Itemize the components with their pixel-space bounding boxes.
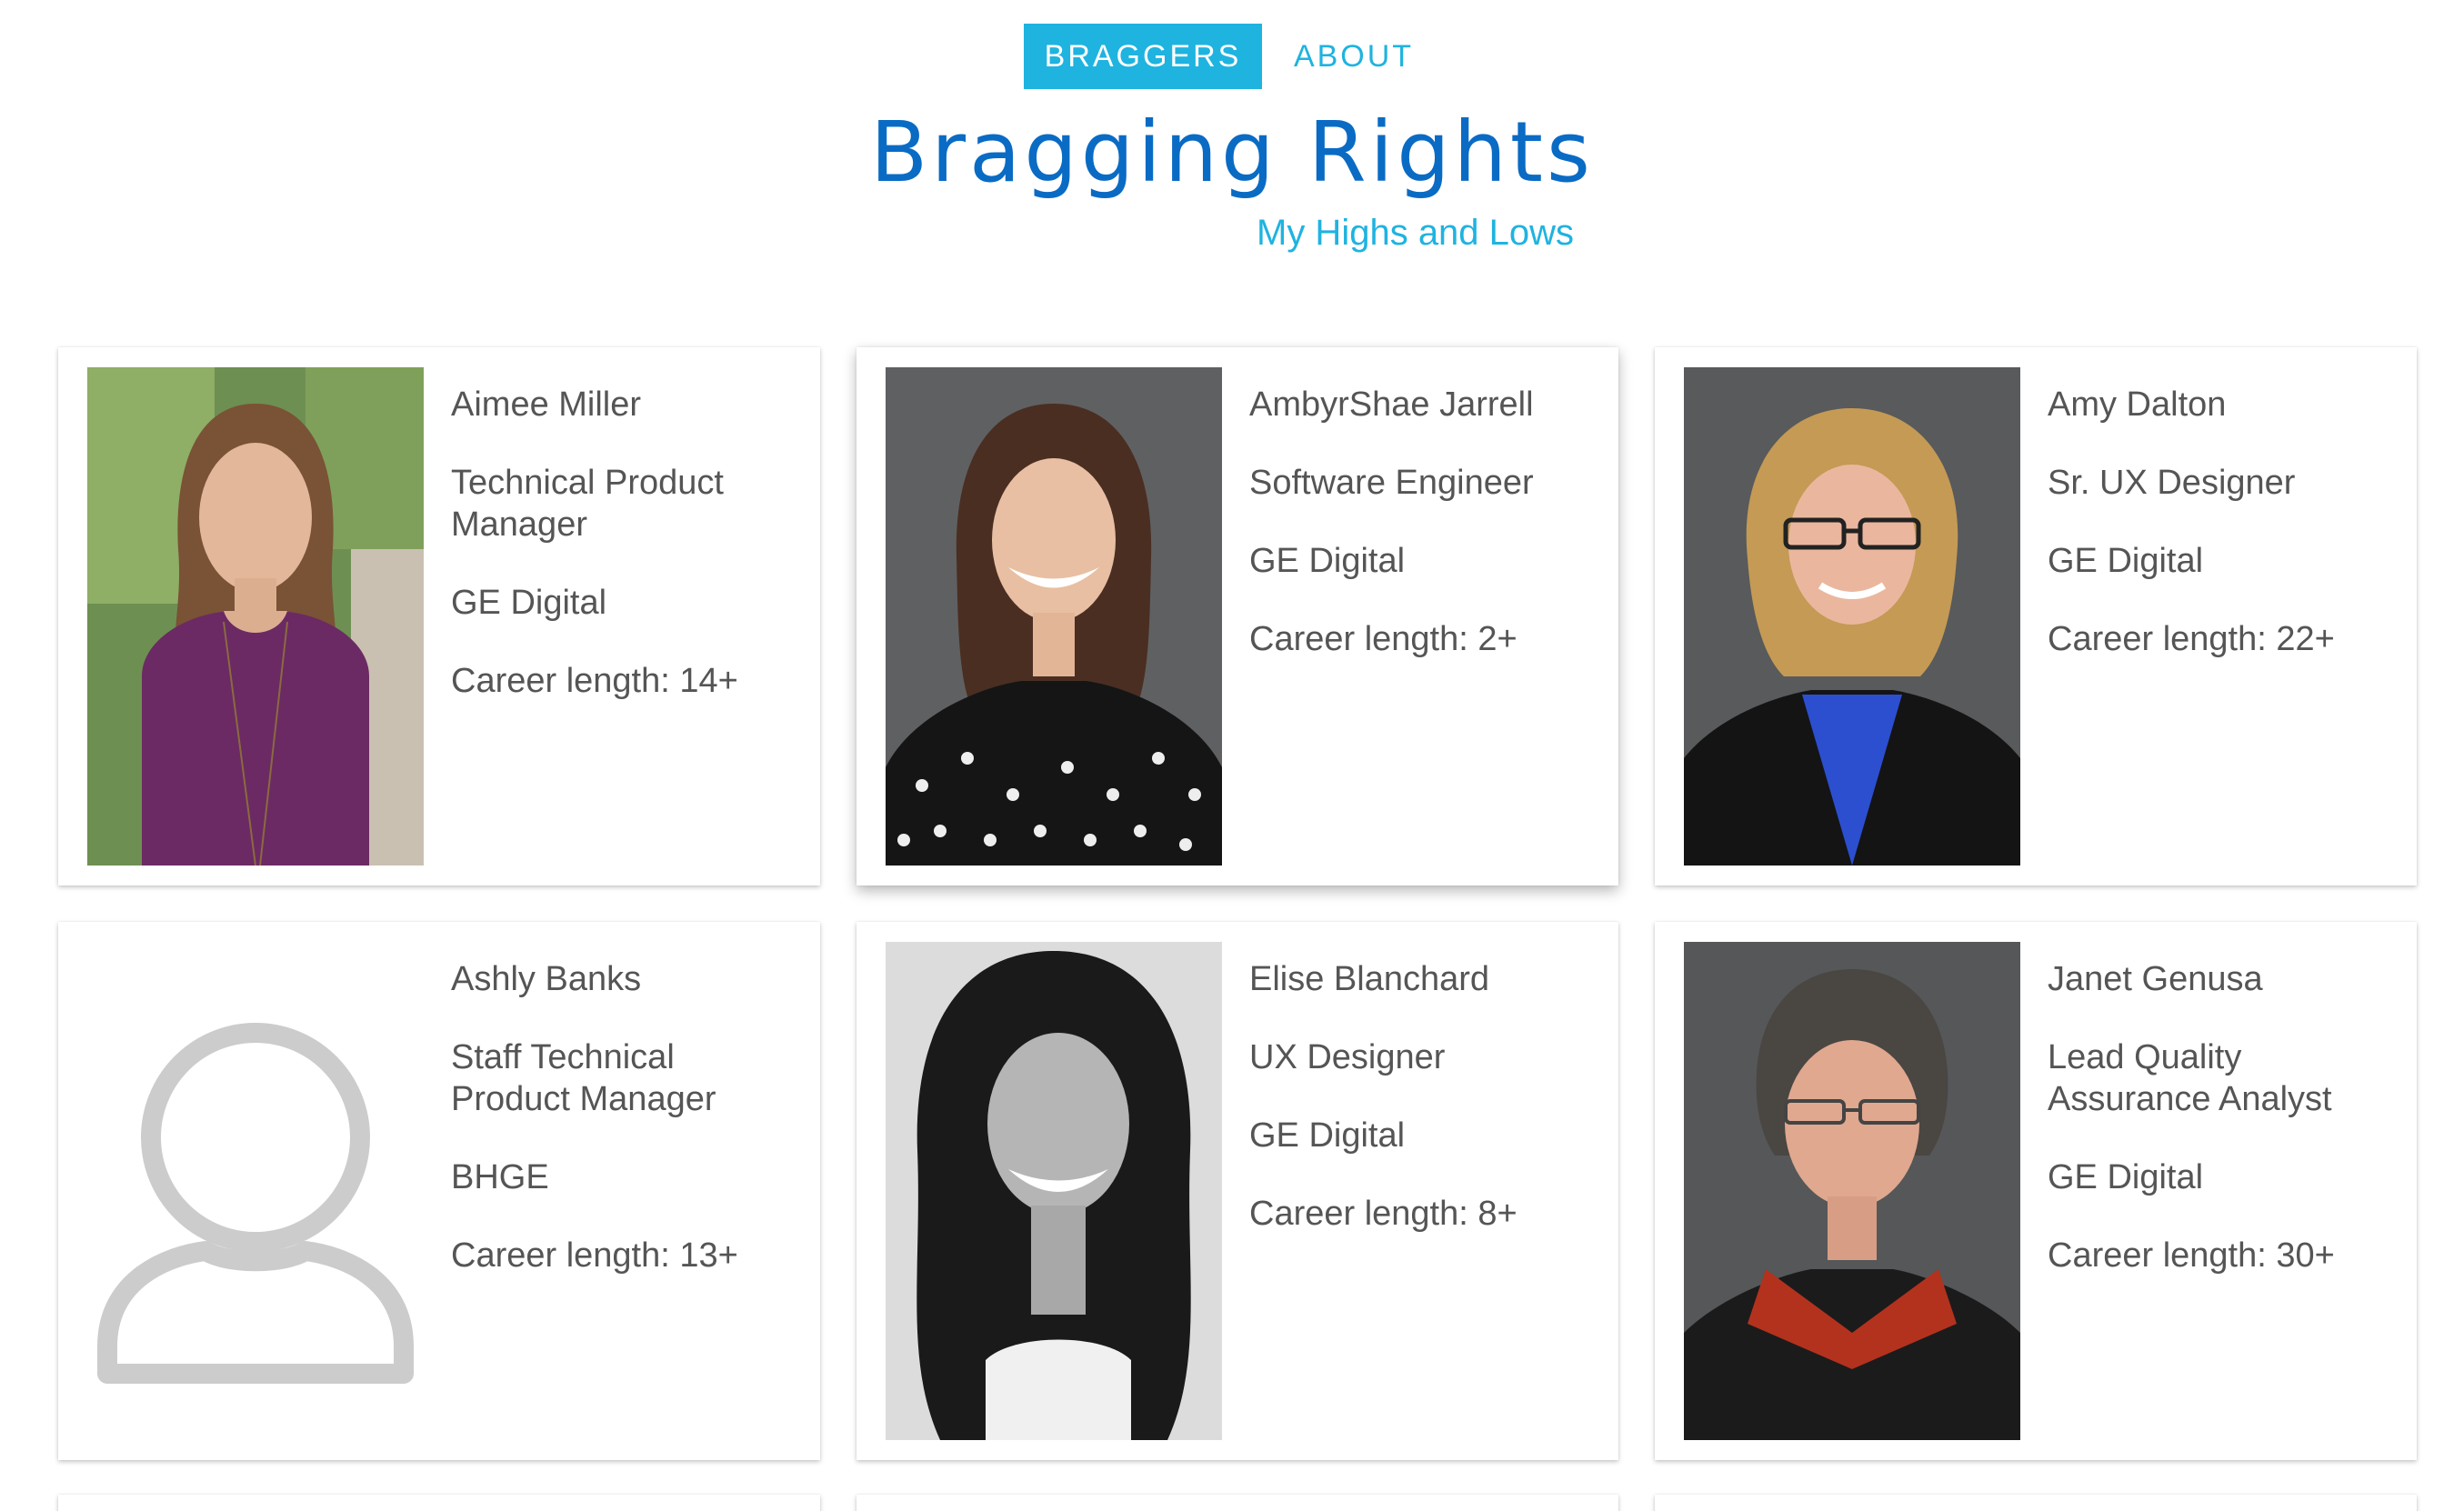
bragger-career: Career length: 8+ xyxy=(1249,1195,1517,1233)
bragger-card-partial[interactable] xyxy=(856,1495,1618,1511)
bragger-name: AmbyrShae Jarrell xyxy=(1249,385,1534,424)
bragger-company: GE Digital xyxy=(1249,542,1406,580)
page-subtitle: My Highs and Lows xyxy=(1257,213,1575,253)
bragger-company: GE Digital xyxy=(451,584,607,622)
bragger-name: Ashly Banks xyxy=(451,960,642,998)
bragger-name: Amy Dalton xyxy=(2048,385,2227,424)
bragger-career: Career length: 14+ xyxy=(451,662,738,700)
profile-photo xyxy=(1684,367,2020,866)
nav-braggers-button[interactable]: BRAGGERS xyxy=(1024,24,1262,89)
bragger-info: AmbyrShae Jarrell Software Engineer GE D… xyxy=(1249,384,1595,696)
bragger-name: Aimee Miller xyxy=(451,385,642,424)
bragger-title: Lead Quality Assurance Analyst xyxy=(2048,1038,2332,1118)
bragger-card[interactable]: Ashly Banks Staff Technical Product Mana… xyxy=(58,922,820,1460)
bragger-title: Sr. UX Designer xyxy=(2048,464,2296,502)
bragger-title: Staff Technical Product Manager xyxy=(451,1038,716,1118)
bragger-name: Elise Blanchard xyxy=(1249,960,1490,998)
profile-photo xyxy=(87,942,424,1440)
bragger-info: Ashly Banks Staff Technical Product Mana… xyxy=(451,958,796,1313)
portrait-ambyrshae xyxy=(886,367,1222,866)
portrait-janet xyxy=(1684,942,2020,1440)
page-title: Bragging Rights xyxy=(870,104,1594,201)
bragger-company: GE Digital xyxy=(1249,1116,1406,1155)
bragger-card-partial[interactable] xyxy=(1655,1495,2417,1511)
page: BRAGGERS ABOUT Bragging Rights My Highs … xyxy=(0,0,2464,1511)
portrait-amy xyxy=(1684,367,2020,866)
bragger-title: Technical Product Manager xyxy=(451,464,724,544)
bragger-card[interactable]: Janet Genusa Lead Quality Assurance Anal… xyxy=(1655,922,2417,1460)
bragger-career: Career length: 13+ xyxy=(451,1236,738,1275)
bragger-career: Career length: 22+ xyxy=(2048,620,2335,658)
bragger-card-partial[interactable] xyxy=(58,1495,820,1511)
bragger-info: Janet Genusa Lead Quality Assurance Anal… xyxy=(2048,958,2393,1313)
bragger-career: Career length: 30+ xyxy=(2048,1236,2335,1275)
top-nav: BRAGGERS ABOUT xyxy=(0,24,2464,89)
bragger-info: Aimee Miller Technical Product Manager G… xyxy=(451,384,796,738)
bragger-title: UX Designer xyxy=(1249,1038,1446,1076)
bragger-company: GE Digital xyxy=(2048,542,2204,580)
nav-about-button[interactable]: ABOUT xyxy=(1267,24,1440,89)
profile-photo xyxy=(1684,942,2020,1440)
bragger-company: BHGE xyxy=(451,1158,549,1196)
bragger-info: Elise Blanchard UX Designer GE Digital C… xyxy=(1249,958,1595,1271)
bragger-card[interactable]: AmbyrShae Jarrell Software Engineer GE D… xyxy=(856,347,1618,886)
portrait-aimee xyxy=(87,367,424,866)
profile-photo xyxy=(886,942,1222,1440)
portrait-elise xyxy=(886,942,1222,1440)
bragger-card[interactable]: Elise Blanchard UX Designer GE Digital C… xyxy=(856,922,1618,1460)
profile-photo xyxy=(87,367,424,866)
bragger-name: Janet Genusa xyxy=(2048,960,2263,998)
avatar-placeholder-icon xyxy=(87,942,424,1440)
bragger-company: GE Digital xyxy=(2048,1158,2204,1196)
bragger-title: Software Engineer xyxy=(1249,464,1534,502)
bragger-info: Amy Dalton Sr. UX Designer GE Digital Ca… xyxy=(2048,384,2393,696)
profile-photo xyxy=(886,367,1222,866)
bragger-card[interactable]: Aimee Miller Technical Product Manager G… xyxy=(58,347,820,886)
bragger-career: Career length: 2+ xyxy=(1249,620,1517,658)
bragger-card[interactable]: Amy Dalton Sr. UX Designer GE Digital Ca… xyxy=(1655,347,2417,886)
